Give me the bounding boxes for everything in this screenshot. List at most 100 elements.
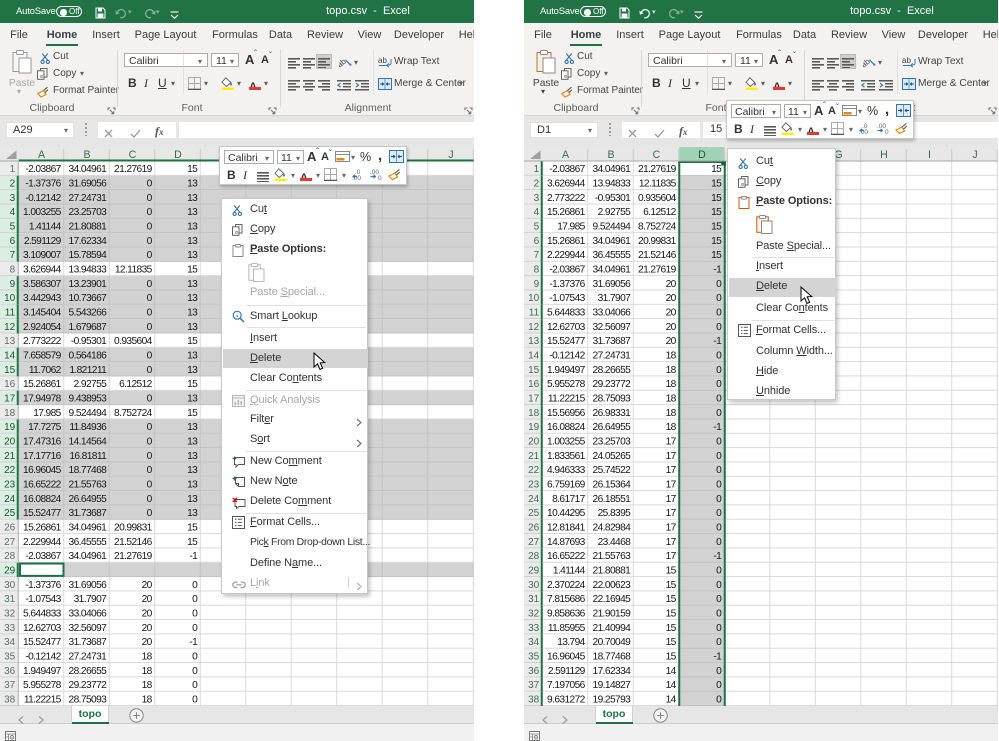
- svg-text:13: 13: [187, 465, 198, 476]
- svg-text:4: 4: [534, 207, 540, 218]
- svg-text:D: D: [698, 149, 706, 161]
- svg-text:3.586307: 3.586307: [23, 279, 62, 290]
- svg-text:34.04961: 34.04961: [593, 236, 632, 247]
- svg-text:38: 38: [528, 694, 540, 705]
- svg-text:24: 24: [4, 494, 16, 505]
- svg-text:1.003255: 1.003255: [23, 207, 62, 218]
- svg-text:17: 17: [4, 393, 16, 404]
- svg-text:1: 1: [10, 164, 16, 175]
- svg-text:-2.03867: -2.03867: [549, 265, 585, 276]
- svg-text:13: 13: [187, 322, 198, 333]
- svg-text:20: 20: [666, 308, 677, 319]
- svg-text:13: 13: [187, 494, 198, 505]
- svg-text:38: 38: [4, 694, 16, 705]
- svg-text:15: 15: [187, 537, 198, 548]
- svg-text:17: 17: [666, 551, 677, 562]
- svg-text:3.626944: 3.626944: [547, 179, 586, 190]
- svg-text:27.24731: 27.24731: [69, 651, 108, 662]
- svg-text:-0.95301: -0.95301: [71, 336, 107, 347]
- svg-text:36: 36: [4, 666, 16, 677]
- svg-text:26.64955: 26.64955: [593, 422, 632, 433]
- svg-text:15.26861: 15.26861: [23, 522, 62, 533]
- svg-text:21.80881: 21.80881: [69, 222, 108, 233]
- svg-text:14: 14: [4, 350, 16, 361]
- svg-text:37: 37: [4, 680, 16, 691]
- svg-text:13: 13: [187, 279, 198, 290]
- svg-text:31.73687: 31.73687: [593, 336, 632, 347]
- svg-text:20.70049: 20.70049: [593, 637, 632, 648]
- svg-text:20.99831: 20.99831: [114, 522, 153, 533]
- svg-text:13: 13: [528, 336, 540, 347]
- svg-text:12.62703: 12.62703: [547, 322, 586, 333]
- svg-text:20: 20: [666, 322, 677, 333]
- svg-text:10: 10: [4, 293, 16, 304]
- svg-text:B: B: [607, 149, 614, 161]
- svg-text:34.04961: 34.04961: [593, 265, 632, 276]
- svg-text:5.955278: 5.955278: [547, 379, 586, 390]
- svg-text:7.197056: 7.197056: [547, 680, 586, 691]
- svg-text:15: 15: [666, 623, 677, 634]
- svg-text:17.985: 17.985: [33, 408, 61, 419]
- svg-text:13: 13: [187, 250, 198, 261]
- svg-text:22.00623: 22.00623: [593, 580, 632, 591]
- svg-text:26.18551: 26.18551: [593, 494, 632, 505]
- svg-text:16.65222: 16.65222: [547, 551, 586, 562]
- svg-text:21.27619: 21.27619: [638, 265, 677, 276]
- svg-text:0.564186: 0.564186: [69, 350, 108, 361]
- svg-text:7: 7: [10, 250, 16, 261]
- svg-text:29.23772: 29.23772: [69, 680, 108, 691]
- svg-text:23.4468: 23.4468: [598, 537, 632, 548]
- svg-text:34.04961: 34.04961: [69, 164, 108, 175]
- svg-text:24: 24: [528, 494, 540, 505]
- svg-text:31.73687: 31.73687: [69, 637, 108, 648]
- svg-text:H: H: [880, 149, 888, 161]
- svg-text:15: 15: [711, 207, 722, 218]
- svg-text:24.82984: 24.82984: [593, 522, 632, 533]
- svg-text:27.24731: 27.24731: [593, 350, 632, 361]
- svg-text:2.773222: 2.773222: [23, 336, 62, 347]
- svg-text:-1.07543: -1.07543: [25, 594, 61, 605]
- svg-text:6: 6: [534, 236, 540, 247]
- svg-text:13: 13: [187, 179, 198, 190]
- svg-text:15: 15: [666, 637, 677, 648]
- svg-text:18: 18: [666, 408, 677, 419]
- svg-text:12: 12: [528, 322, 540, 333]
- svg-text:18: 18: [142, 666, 153, 677]
- svg-text:20: 20: [4, 436, 16, 447]
- svg-text:2.591129: 2.591129: [24, 236, 62, 247]
- svg-text:14.14564: 14.14564: [69, 436, 108, 447]
- svg-text:1.679687: 1.679687: [69, 322, 108, 333]
- svg-text:1.41144: 1.41144: [553, 565, 586, 576]
- svg-text:31: 31: [528, 594, 540, 605]
- svg-text:21.52146: 21.52146: [638, 250, 677, 261]
- svg-text:20: 20: [142, 580, 153, 591]
- svg-text:26: 26: [528, 522, 540, 533]
- svg-text:15.26861: 15.26861: [23, 379, 62, 390]
- svg-text:15.52477: 15.52477: [23, 508, 62, 519]
- svg-text:18: 18: [142, 680, 153, 691]
- svg-text:8.61717: 8.61717: [552, 494, 586, 505]
- svg-text:5: 5: [10, 222, 16, 233]
- svg-text:26.64955: 26.64955: [69, 494, 108, 505]
- svg-text:ab: ab: [902, 56, 911, 65]
- svg-text:3.442943: 3.442943: [23, 293, 62, 304]
- svg-text:0.935604: 0.935604: [638, 193, 677, 204]
- svg-text:20: 20: [142, 608, 153, 619]
- svg-text:13.23901: 13.23901: [69, 279, 108, 290]
- svg-text:35: 35: [4, 651, 16, 662]
- svg-text:-1.37376: -1.37376: [549, 279, 585, 290]
- svg-text:13: 13: [187, 422, 198, 433]
- svg-text:17: 17: [666, 465, 677, 476]
- svg-text:13: 13: [187, 308, 198, 319]
- svg-text:28.75093: 28.75093: [69, 694, 108, 705]
- svg-text:30: 30: [528, 580, 540, 591]
- svg-text:15.78594: 15.78594: [69, 250, 108, 261]
- svg-text:17: 17: [666, 451, 677, 462]
- svg-text:C: C: [653, 149, 661, 161]
- svg-text:3.145404: 3.145404: [23, 308, 62, 319]
- svg-text:15: 15: [187, 164, 198, 175]
- svg-text:15: 15: [187, 522, 198, 533]
- svg-text:31.73687: 31.73687: [69, 508, 108, 519]
- svg-text:13: 13: [187, 393, 198, 404]
- svg-text:14: 14: [666, 680, 677, 691]
